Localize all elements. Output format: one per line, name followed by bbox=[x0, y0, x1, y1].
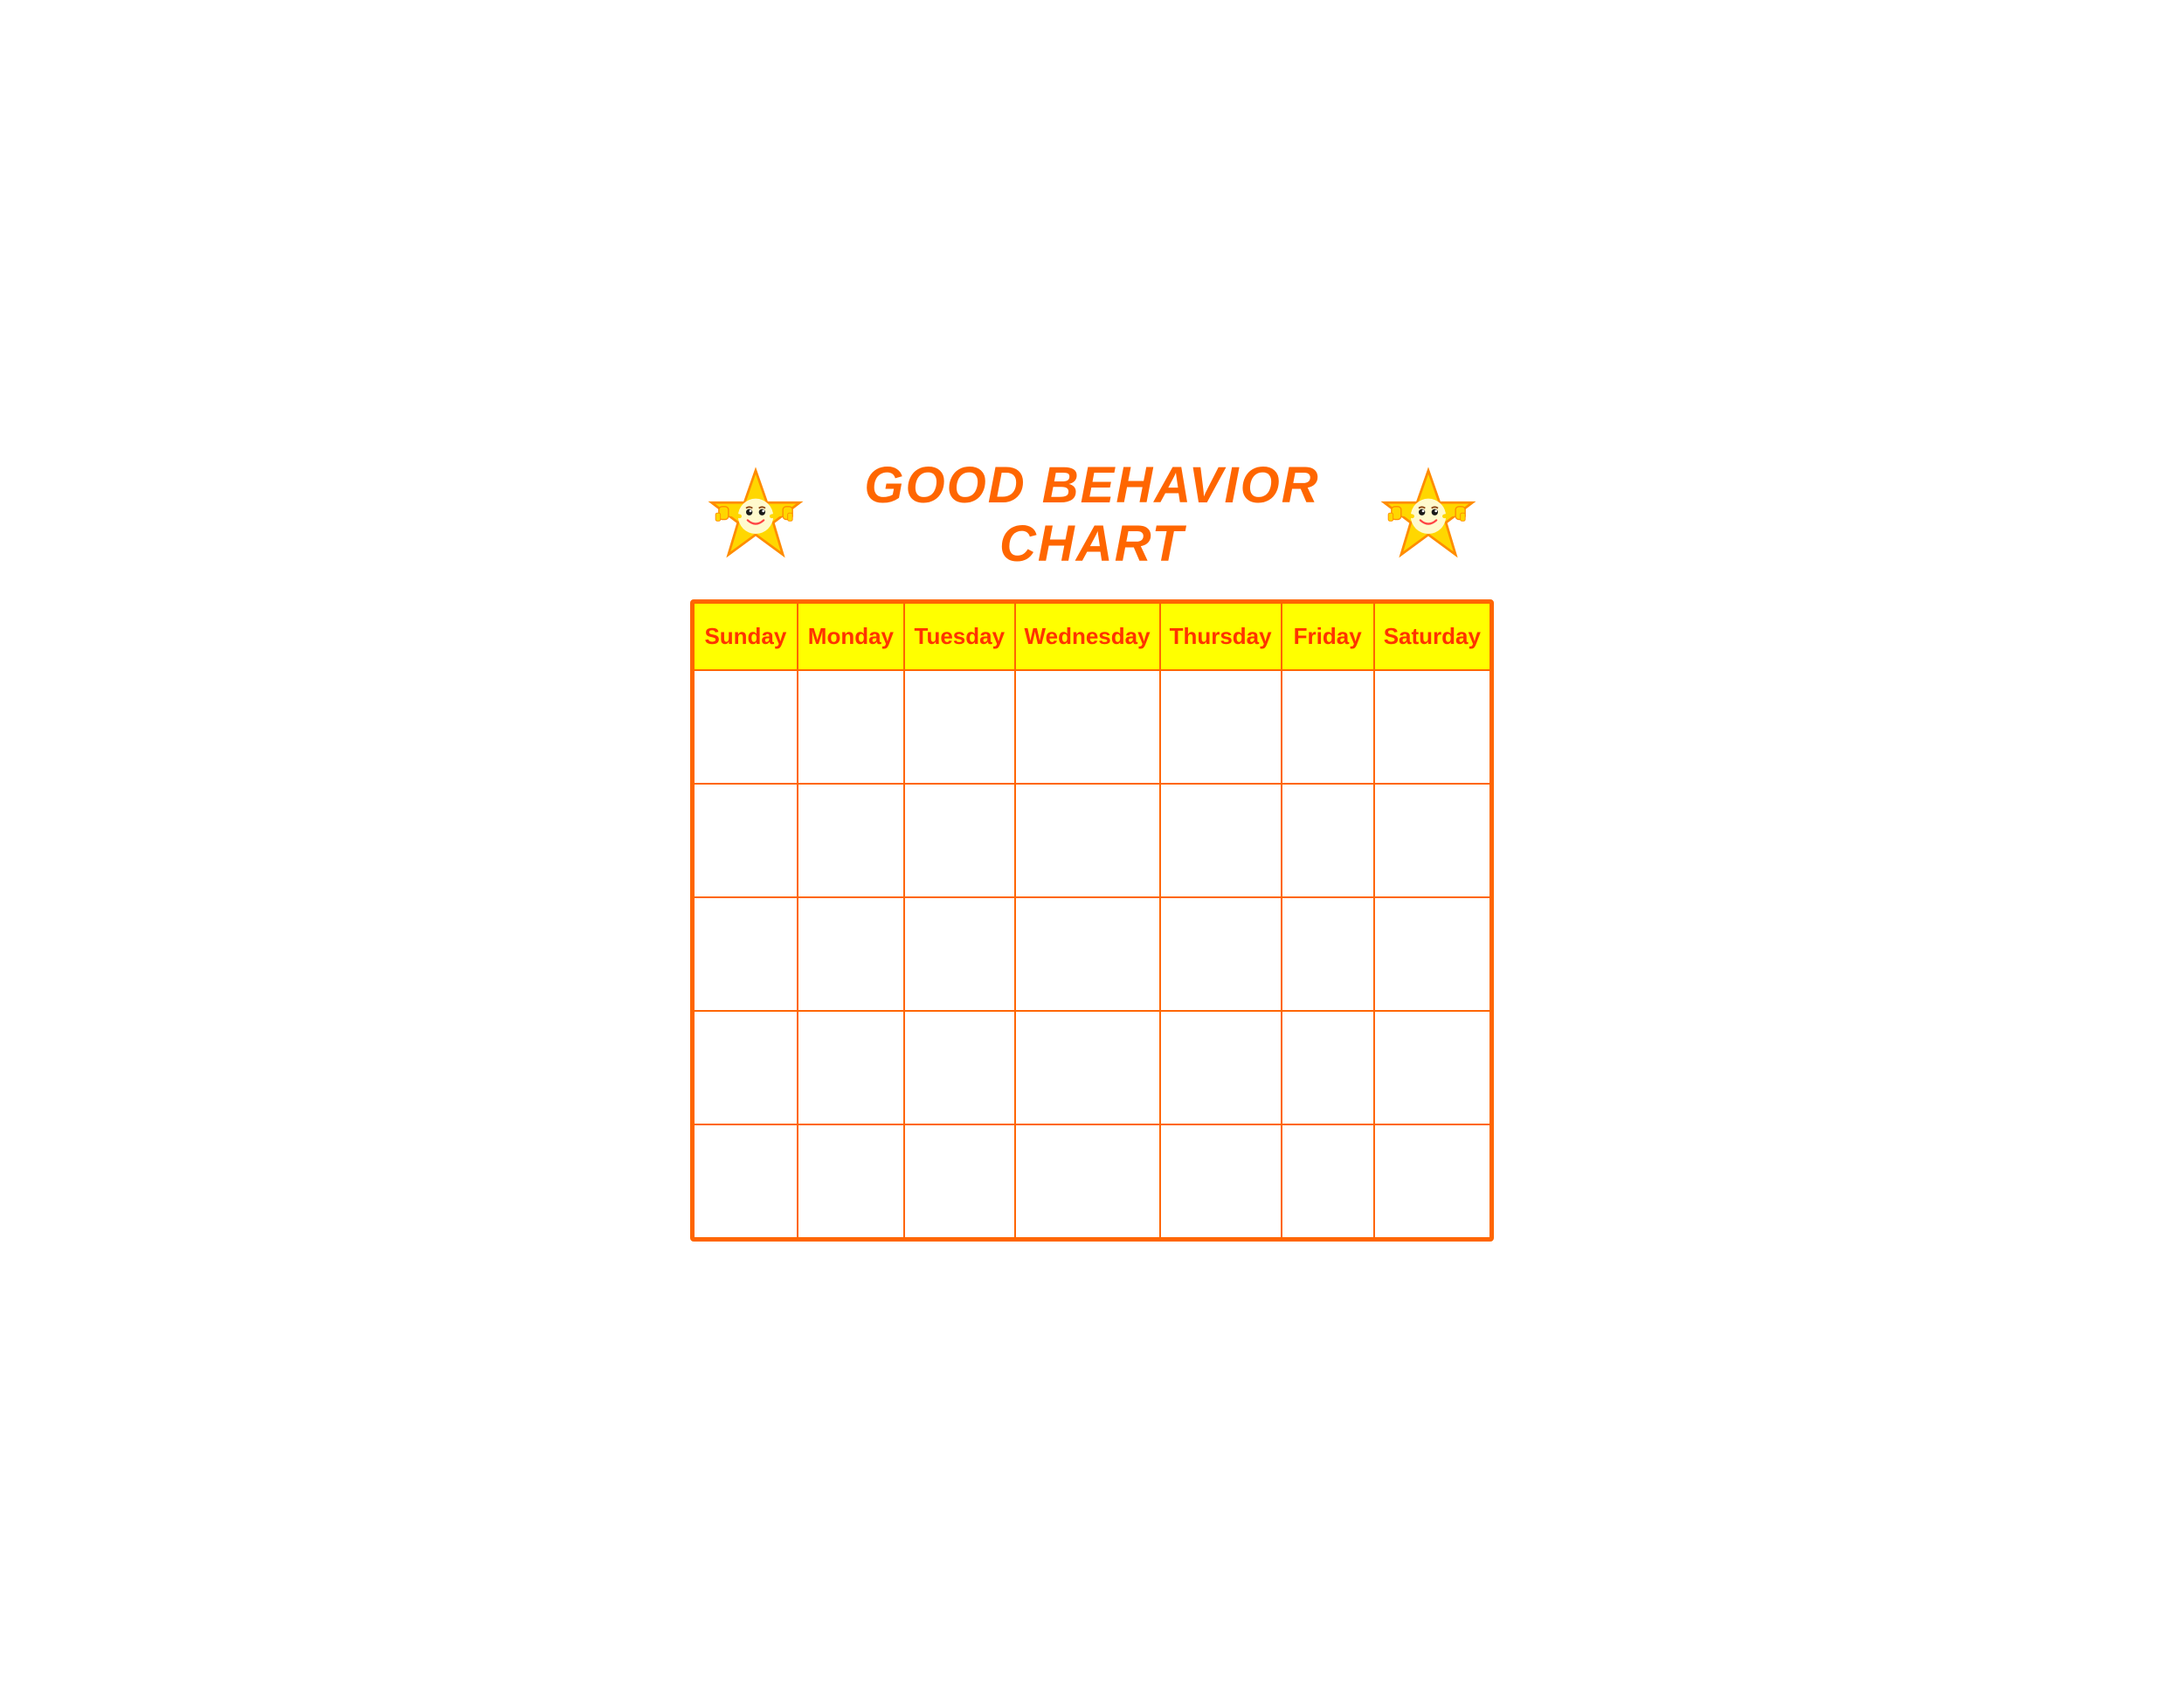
table-row bbox=[694, 1011, 1490, 1124]
cell-thu-3[interactable] bbox=[1160, 897, 1282, 1011]
cell-thu-2[interactable] bbox=[1160, 784, 1282, 897]
table-row bbox=[694, 784, 1490, 897]
header-center: GOOD BEHAVIOR CHART bbox=[804, 456, 1380, 573]
cell-wed-4[interactable] bbox=[1015, 1011, 1160, 1124]
cell-fri-3[interactable] bbox=[1282, 897, 1374, 1011]
page-title: GOOD BEHAVIOR CHART bbox=[804, 456, 1380, 573]
cell-fri-2[interactable] bbox=[1282, 784, 1374, 897]
behavior-chart: Sunday Monday Tuesday Wednesday Thursday… bbox=[693, 602, 1491, 1239]
col-monday: Monday bbox=[798, 603, 904, 670]
cell-fri-5[interactable] bbox=[1282, 1124, 1374, 1238]
cell-sun-2[interactable] bbox=[694, 784, 798, 897]
page-container: GOOD BEHAVIOR CHART bbox=[673, 430, 1511, 1259]
right-star-container bbox=[1380, 467, 1476, 563]
cell-fri-1[interactable] bbox=[1282, 670, 1374, 784]
table-row bbox=[694, 1124, 1490, 1238]
cell-thu-1[interactable] bbox=[1160, 670, 1282, 784]
cell-thu-5[interactable] bbox=[1160, 1124, 1282, 1238]
cell-wed-2[interactable] bbox=[1015, 784, 1160, 897]
col-saturday: Saturday bbox=[1374, 603, 1490, 670]
cell-tue-1[interactable] bbox=[904, 670, 1015, 784]
col-wednesday: Wednesday bbox=[1015, 603, 1160, 670]
cell-sun-5[interactable] bbox=[694, 1124, 798, 1238]
col-sunday: Sunday bbox=[694, 603, 798, 670]
cell-mon-2[interactable] bbox=[798, 784, 904, 897]
cell-sat-2[interactable] bbox=[1374, 784, 1490, 897]
cell-sun-4[interactable] bbox=[694, 1011, 798, 1124]
cell-fri-4[interactable] bbox=[1282, 1011, 1374, 1124]
left-star-container bbox=[708, 467, 804, 563]
table-row bbox=[694, 670, 1490, 784]
col-thursday: Thursday bbox=[1160, 603, 1282, 670]
cell-tue-3[interactable] bbox=[904, 897, 1015, 1011]
cell-tue-5[interactable] bbox=[904, 1124, 1015, 1238]
cell-wed-3[interactable] bbox=[1015, 897, 1160, 1011]
cell-sat-5[interactable] bbox=[1374, 1124, 1490, 1238]
cell-wed-1[interactable] bbox=[1015, 670, 1160, 784]
table-row bbox=[694, 897, 1490, 1011]
cell-thu-4[interactable] bbox=[1160, 1011, 1282, 1124]
chart-wrapper: Sunday Monday Tuesday Wednesday Thursday… bbox=[690, 599, 1494, 1242]
col-tuesday: Tuesday bbox=[904, 603, 1015, 670]
cell-sat-4[interactable] bbox=[1374, 1011, 1490, 1124]
right-star-icon bbox=[1380, 467, 1476, 563]
left-star-icon bbox=[708, 467, 804, 563]
cell-mon-1[interactable] bbox=[798, 670, 904, 784]
cell-sat-3[interactable] bbox=[1374, 897, 1490, 1011]
cell-sat-1[interactable] bbox=[1374, 670, 1490, 784]
header: GOOD BEHAVIOR CHART bbox=[690, 447, 1494, 582]
cell-mon-4[interactable] bbox=[798, 1011, 904, 1124]
cell-mon-3[interactable] bbox=[798, 897, 904, 1011]
col-friday: Friday bbox=[1282, 603, 1374, 670]
cell-sun-3[interactable] bbox=[694, 897, 798, 1011]
header-row: Sunday Monday Tuesday Wednesday Thursday… bbox=[694, 603, 1490, 670]
cell-tue-4[interactable] bbox=[904, 1011, 1015, 1124]
cell-wed-5[interactable] bbox=[1015, 1124, 1160, 1238]
cell-sun-1[interactable] bbox=[694, 670, 798, 784]
cell-tue-2[interactable] bbox=[904, 784, 1015, 897]
cell-mon-5[interactable] bbox=[798, 1124, 904, 1238]
